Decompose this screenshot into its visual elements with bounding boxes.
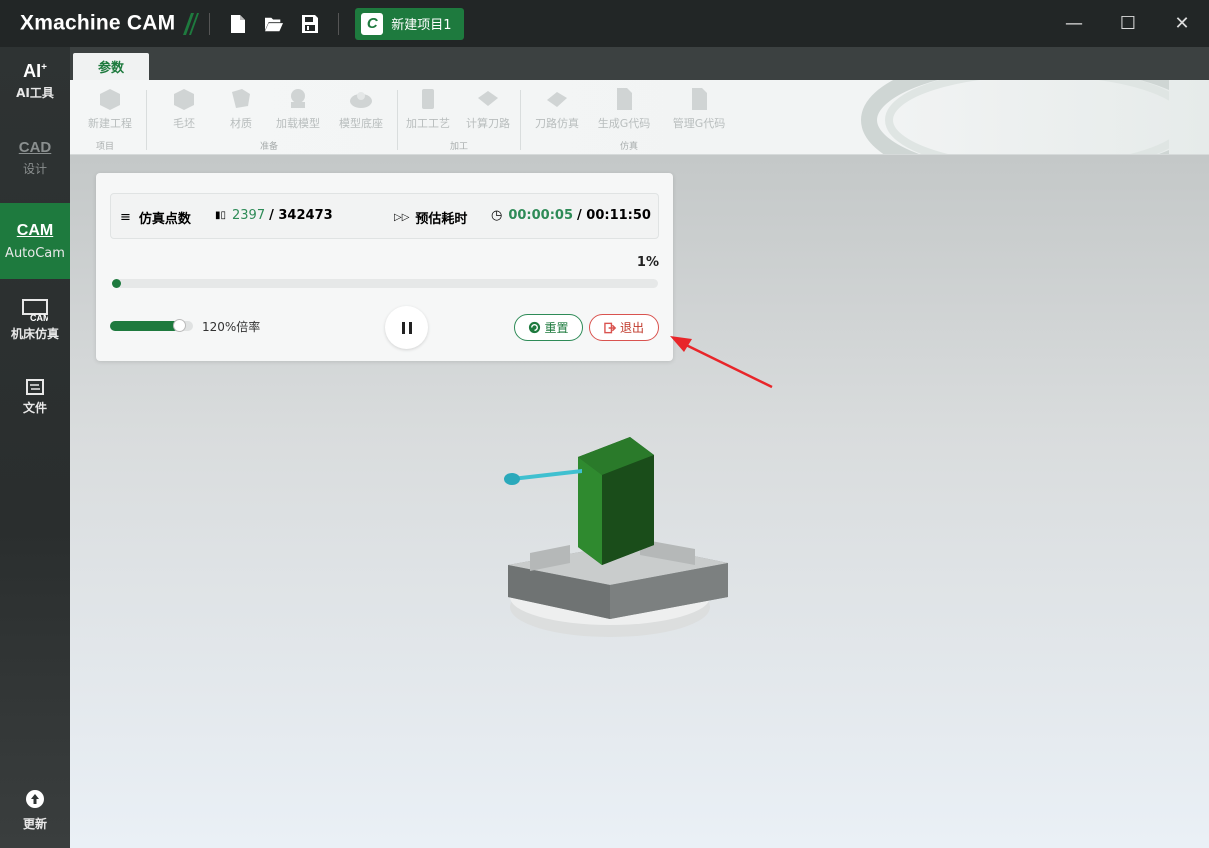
toolpath-sim-button[interactable]: 刀路仿真 bbox=[525, 86, 589, 131]
left-sidebar: AI+ AI工具 CAD 设计 CAM AutoCam CAM 机床仿真 文件 … bbox=[0, 47, 70, 848]
sidebar-item-label: 更新 bbox=[22, 817, 47, 831]
toolpath-sim-icon bbox=[547, 92, 567, 107]
blank-button[interactable]: 毛坯 bbox=[152, 86, 216, 131]
exit-icon bbox=[604, 322, 617, 333]
app-logo: Xmachine CAM bbox=[20, 11, 200, 37]
material-icon bbox=[232, 89, 250, 108]
sidebar-item-label: 机床仿真 bbox=[10, 327, 59, 341]
sim-points-values: ▮▯ 2397 / 342473 bbox=[215, 208, 333, 223]
time-elapsed: 00:00:05 bbox=[508, 208, 574, 223]
open-folder-icon[interactable] bbox=[265, 14, 284, 34]
cad-icon: CAD bbox=[18, 139, 52, 156]
save-icon[interactable] bbox=[301, 14, 319, 34]
load-model-icon bbox=[291, 89, 305, 108]
sim-stats-bar: ≡ 仿真点数 ▮▯ 2397 / 342473 ▷▷ 预估耗时 ◷ 00:00:… bbox=[110, 193, 659, 239]
sidebar-item-label: AutoCam bbox=[5, 245, 65, 261]
material-button[interactable]: 材质 bbox=[209, 86, 273, 131]
cube-icon bbox=[100, 89, 120, 110]
minimize-button[interactable]: — bbox=[1047, 0, 1101, 47]
machine-model bbox=[504, 437, 728, 637]
exit-label: 退出 bbox=[619, 321, 644, 335]
speed-slider[interactable] bbox=[110, 319, 193, 332]
toolbar-separator bbox=[338, 12, 340, 35]
sidebar-item-machine-sim[interactable]: CAM 机床仿真 bbox=[0, 299, 70, 355]
progress-bar bbox=[112, 279, 658, 288]
project-tab-label: 新建项目1 bbox=[391, 18, 452, 33]
sim-points-label: 仿真点数 bbox=[138, 212, 191, 227]
refresh-icon bbox=[529, 321, 541, 334]
speed-fill bbox=[110, 321, 179, 331]
sidebar-item-label: 文件 bbox=[22, 401, 47, 415]
logo-slash-icon bbox=[183, 12, 200, 35]
sim-points-stat: ≡ 仿真点数 bbox=[120, 208, 191, 227]
est-time-label: 预估耗时 bbox=[415, 212, 468, 227]
simulation-panel: ≡ 仿真点数 ▮▯ 2397 / 342473 ▷▷ 预估耗时 ◷ 00:00:… bbox=[96, 173, 673, 361]
ribbon-toolbar: 新建工程 毛坯 材质 加载模型 模型底座 加工工艺 计算刀路 刀路仿真 生成G代… bbox=[70, 80, 1209, 155]
maximize-button[interactable]: ☐ bbox=[1101, 0, 1155, 47]
reset-label: 重置 bbox=[544, 321, 569, 335]
load-model-button[interactable]: 加载模型 bbox=[266, 86, 330, 131]
model-base-button[interactable]: 模型底座 bbox=[329, 86, 393, 131]
sidebar-item-ai-tools[interactable]: AI+ AI工具 bbox=[0, 61, 70, 125]
speed-label: 120%倍率 bbox=[202, 320, 261, 334]
app-title: Xmachine CAM bbox=[20, 11, 176, 35]
close-button[interactable]: ✕ bbox=[1155, 0, 1209, 47]
cam-icon: CAM bbox=[16, 221, 54, 239]
gcode-icon bbox=[617, 88, 632, 110]
process-button[interactable]: 加工工艺 bbox=[396, 86, 460, 131]
tab-params[interactable]: 参数 bbox=[73, 53, 149, 80]
toolpath-icon bbox=[478, 91, 498, 106]
file-icon bbox=[26, 379, 44, 395]
sidebar-item-design[interactable]: CAD 设计 bbox=[0, 139, 70, 199]
project-tab[interactable]: C 新建项目1 bbox=[355, 7, 464, 40]
progress-percent: 1% bbox=[636, 255, 659, 270]
time-total: / 00:11:50 bbox=[577, 208, 651, 223]
pause-button[interactable] bbox=[385, 306, 428, 349]
progress-fill bbox=[112, 279, 121, 288]
group-label-prepare: 准备 bbox=[260, 142, 279, 152]
machine-sim-icon: CAM bbox=[22, 299, 48, 323]
reset-button[interactable]: 重置 bbox=[514, 314, 583, 341]
toolbar-separator bbox=[209, 12, 211, 35]
sidebar-item-file[interactable]: 文件 bbox=[0, 377, 70, 423]
est-time-stat: ▷▷ 预估耗时 bbox=[394, 208, 467, 227]
group-label-project: 项目 bbox=[96, 142, 115, 152]
new-project-button[interactable]: 新建工程 bbox=[78, 86, 142, 131]
sidebar-item-autocam[interactable]: CAM AutoCam bbox=[0, 203, 70, 279]
list-icon: ≡ bbox=[120, 210, 131, 225]
ribbon-decoration bbox=[861, 80, 1169, 154]
svg-text:CAM: CAM bbox=[30, 313, 48, 323]
pause-icon bbox=[401, 321, 412, 334]
update-icon bbox=[26, 790, 44, 808]
bar-chart-icon: ▮▯ bbox=[215, 210, 227, 221]
gen-gcode-button[interactable]: 生成G代码 bbox=[592, 86, 656, 131]
speed-handle[interactable] bbox=[172, 319, 186, 332]
sim-points-total: / 342473 bbox=[269, 208, 333, 223]
clock-icon: ◷ bbox=[491, 208, 503, 223]
sim-points-current: 2397 bbox=[232, 208, 266, 223]
annotation-arrow bbox=[670, 336, 773, 389]
sidebar-item-update[interactable]: 更新 bbox=[0, 789, 70, 839]
exit-button[interactable]: 退出 bbox=[589, 314, 659, 341]
est-time-values: ◷ 00:00:05 / 00:11:50 bbox=[491, 208, 651, 223]
group-label-machining: 加工 bbox=[450, 142, 469, 152]
process-icon bbox=[422, 89, 434, 109]
new-file-icon[interactable] bbox=[229, 14, 247, 34]
model-base-icon bbox=[350, 92, 372, 108]
ai-icon: AI+ bbox=[23, 61, 47, 81]
sidebar-item-label: AI工具 bbox=[16, 86, 54, 100]
calc-toolpath-button[interactable]: 计算刀路 bbox=[456, 86, 520, 131]
project-c-icon: C bbox=[361, 12, 384, 35]
manage-gcode-button[interactable]: 管理G代码 bbox=[667, 86, 731, 131]
sidebar-item-label: 设计 bbox=[22, 162, 47, 176]
window-controls: — ☐ ✕ bbox=[1047, 0, 1209, 47]
group-label-sim: 仿真 bbox=[620, 142, 639, 152]
manage-gcode-icon bbox=[692, 88, 707, 110]
title-bar: Xmachine CAM C 新建项目1 — ☐ ✕ bbox=[0, 0, 1209, 47]
ribbon-tab-bar: 参数 bbox=[70, 47, 1209, 80]
fast-forward-icon: ▷▷ bbox=[394, 212, 410, 223]
blank-icon bbox=[174, 89, 194, 110]
